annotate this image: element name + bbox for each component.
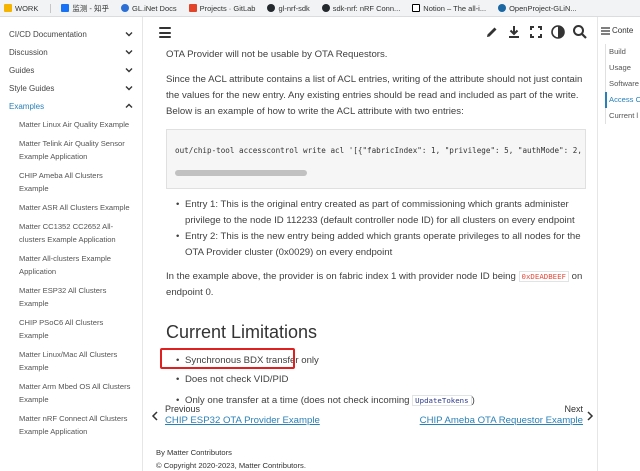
section-heading: Current Limitations xyxy=(166,322,318,342)
list-item: Entry 1: This is the original entry crea… xyxy=(176,197,586,229)
toc-item[interactable]: Usage xyxy=(606,60,640,76)
zhihu-icon xyxy=(61,4,70,12)
bookmark-openproject[interactable]: OpenProject-GLiN... xyxy=(498,4,577,13)
bookmark-sdk-nrf[interactable]: sdk-nrf: nRF Conn... xyxy=(321,4,400,13)
glinet-icon xyxy=(121,4,130,12)
previous-link[interactable]: Previous CHIP ESP32 OTA Provider Example xyxy=(165,404,320,426)
bookmarks-bar: WORK 监测 - 知乎 GL.iNet Docs Projects · Git… xyxy=(0,0,640,17)
sidebar-item[interactable]: CHIP PSoC6 All Clusters Example xyxy=(0,313,142,345)
chevron-left-icon[interactable] xyxy=(151,411,159,421)
toolbar-icons xyxy=(478,24,588,40)
sidebar-item[interactable]: Matter ASR All Clusters Example xyxy=(0,198,142,217)
chevron-down-icon xyxy=(125,50,133,55)
list-icon xyxy=(601,26,610,35)
sidebar-item[interactable]: CHIP Ameba All Clusters Example xyxy=(0,166,142,198)
top-toolbar xyxy=(144,17,596,51)
paragraph-intro: OTA Provider will not be usable by OTA R… xyxy=(166,49,388,60)
sidebar-item[interactable]: Matter ESP32 All Clusters Example xyxy=(0,281,142,313)
toc-item[interactable]: Current l xyxy=(606,108,640,124)
bookmark-glinet-docs[interactable]: GL.iNet Docs xyxy=(121,4,177,13)
chevron-down-icon xyxy=(125,68,133,73)
footer: By Matter Contributors © Copyright 2020-… xyxy=(156,446,306,471)
prev-next-nav: Previous CHIP ESP32 OTA Provider Example… xyxy=(144,401,596,437)
next-link[interactable]: Next CHIP Ameba OTA Requestor Example xyxy=(420,404,583,426)
scrollbar-thumb[interactable] xyxy=(175,170,307,176)
bookmark-work[interactable]: WORK xyxy=(4,4,38,13)
sidebar-item[interactable]: Matter Arm Mbed OS All Clusters Example xyxy=(0,377,142,409)
openproject-icon xyxy=(498,4,507,12)
menu-icon[interactable] xyxy=(159,27,171,38)
sidebar-section-style-guides[interactable]: Style Guides xyxy=(0,79,142,97)
footer-by: By Matter Contributors xyxy=(156,448,232,457)
toc-item[interactable]: Build xyxy=(606,44,640,60)
code-scrollbar[interactable] xyxy=(175,170,575,176)
chevron-down-icon xyxy=(125,32,133,37)
code-text: out/chip-tool accesscontrol write acl '[… xyxy=(175,146,586,155)
search-icon[interactable] xyxy=(572,24,588,40)
sidebar-item[interactable]: Matter All-clusters Example Application xyxy=(0,249,142,281)
sidebar-section-discussion[interactable]: Discussion xyxy=(0,43,142,61)
bookmark-separator xyxy=(50,3,52,13)
sidebar-section-cicd[interactable]: CI/CD Documentation xyxy=(0,25,142,43)
edit-icon[interactable] xyxy=(484,24,500,40)
bookmark-zhihu[interactable]: 监测 - 知乎 xyxy=(61,3,109,14)
github-icon xyxy=(321,4,330,12)
bookmark-gl-nrf-sdk[interactable]: gl-nrf-sdk xyxy=(267,4,310,13)
chevron-up-icon xyxy=(125,103,133,108)
theme-toggle-icon[interactable] xyxy=(550,24,566,40)
toc-list: Build Usage Software Access C Current l xyxy=(605,44,640,124)
main-content: OTA Provider will not be usable by OTA R… xyxy=(144,17,596,471)
code-block: out/chip-tool accesscontrol write acl '[… xyxy=(166,129,586,189)
sidebar-item[interactable]: Matter CC1352 CC2652 All-clusters Exampl… xyxy=(0,217,142,249)
github-icon xyxy=(267,4,276,12)
sidebar-item[interactable]: Matter Telink Air Quality Sensor Example… xyxy=(0,134,142,166)
notion-icon xyxy=(412,4,421,12)
folder-icon xyxy=(4,4,12,12)
chevron-right-icon[interactable] xyxy=(586,411,594,421)
list-item: Entry 2: This is the new entry being add… xyxy=(176,229,586,261)
sidebar-item[interactable]: Matter nRF Connect All Clusters Example … xyxy=(0,409,142,441)
chevron-down-icon xyxy=(125,86,133,91)
list-item: Does not check VID/PID xyxy=(176,372,586,388)
sidebar-section-guides[interactable]: Guides xyxy=(0,61,142,79)
sidebar-item[interactable]: Matter Linux/Mac All Clusters Example xyxy=(0,345,142,377)
left-sidebar: CI/CD Documentation Discussion Guides St… xyxy=(0,17,143,471)
entries-list: Entry 1: This is the original entry crea… xyxy=(176,197,586,261)
table-of-contents: Conte Build Usage Software Access C Curr… xyxy=(597,17,640,471)
fullscreen-icon[interactable] xyxy=(528,24,544,40)
toc-item-active[interactable]: Access C xyxy=(605,92,640,108)
gitlab-icon xyxy=(188,4,197,12)
inline-code: 0xDEADBEEF xyxy=(518,271,570,282)
bookmark-gitlab[interactable]: Projects · GitLab xyxy=(188,4,255,13)
paragraph-example: In the example above, the provider is on… xyxy=(166,271,583,298)
bookmark-notion[interactable]: Notion – The all-i... xyxy=(412,4,486,13)
download-icon[interactable] xyxy=(506,24,522,40)
footer-copyright: © Copyright 2020-2023, Matter Contributo… xyxy=(156,461,306,470)
sidebar-item[interactable]: Matter Linux Air Quality Example xyxy=(0,115,142,134)
highlight-box xyxy=(160,348,295,369)
toc-header: Conte xyxy=(598,17,640,35)
sidebar-section-examples[interactable]: Examples xyxy=(0,97,142,115)
toc-item[interactable]: Software xyxy=(606,76,640,92)
paragraph-acl: Since the ACL attribute contains a list … xyxy=(166,74,583,117)
